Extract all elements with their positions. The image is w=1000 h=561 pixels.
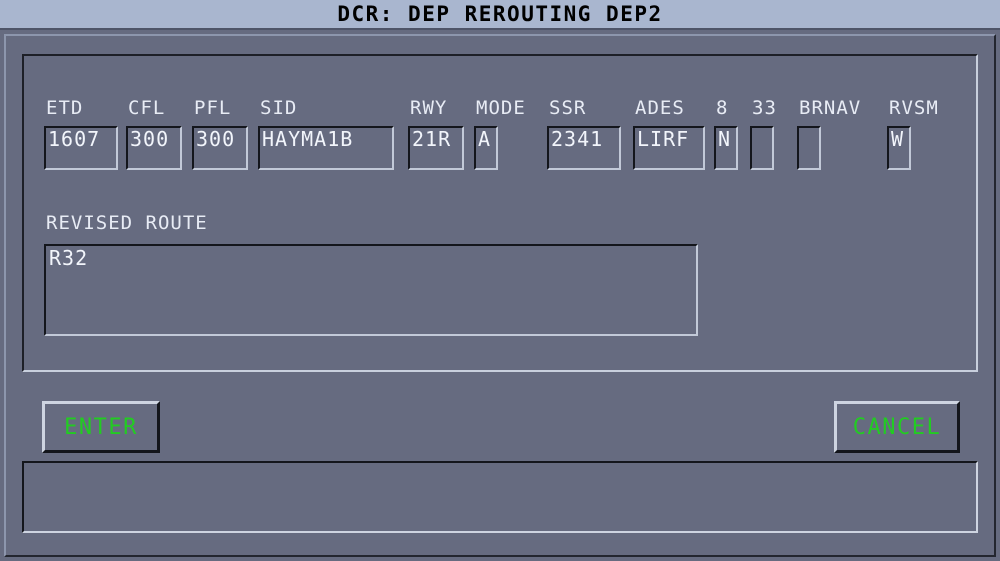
dcr-dialog-window: DCR: DEP REROUTING DEP2 ETD 1607 CFL 300 PFL… bbox=[0, 0, 1000, 561]
revised-route-label: REVISED ROUTE bbox=[46, 212, 208, 234]
enter-button-label: ENTER bbox=[64, 414, 138, 440]
cancel-button[interactable]: CANCEL bbox=[834, 401, 960, 453]
field-cell-sid: SID HAYMA1B bbox=[258, 96, 394, 170]
field-cell-field-8: 8N bbox=[714, 96, 738, 170]
message-panel bbox=[22, 461, 978, 533]
field-cell-etd: ETD 1607 bbox=[44, 96, 118, 170]
field-label-etd: ETD bbox=[46, 97, 84, 119]
field-label-ssr: SSR bbox=[549, 97, 587, 119]
field-input-ssr[interactable]: 2341 bbox=[547, 126, 621, 170]
field-value-sid: HAYMA1B bbox=[262, 127, 354, 151]
field-cell-brnav: BRNAV bbox=[797, 96, 861, 170]
field-label-field-33: 33 bbox=[752, 97, 777, 119]
field-cell-field-33: 33 bbox=[750, 96, 777, 170]
field-input-field-8[interactable]: N bbox=[714, 126, 738, 170]
field-value-brnav bbox=[799, 128, 819, 129]
field-input-rvsm[interactable]: W bbox=[887, 126, 911, 170]
field-value-mode: A bbox=[478, 127, 492, 151]
field-label-mode: MODE bbox=[476, 97, 526, 119]
enter-button[interactable]: ENTER bbox=[42, 401, 160, 453]
field-value-cfl: 300 bbox=[130, 127, 170, 151]
field-value-field-33 bbox=[752, 128, 772, 129]
field-cell-mode: MODE A bbox=[474, 96, 526, 170]
field-label-field-8: 8 bbox=[716, 97, 729, 119]
field-label-ades: ADES bbox=[635, 97, 685, 119]
window-title: DCR: DEP REROUTING DEP2 bbox=[337, 2, 663, 26]
field-label-rvsm: RVSM bbox=[889, 97, 939, 119]
field-cell-pfl: PFL 300 bbox=[192, 96, 248, 170]
field-value-rwy: 21R bbox=[412, 127, 452, 151]
field-input-rwy[interactable]: 21R bbox=[408, 126, 464, 170]
field-cell-rvsm: RVSM W bbox=[887, 96, 939, 170]
field-value-field-8: N bbox=[718, 127, 732, 151]
field-input-pfl[interactable]: 300 bbox=[192, 126, 248, 170]
field-label-cfl: CFL bbox=[128, 97, 166, 119]
field-input-cfl[interactable]: 300 bbox=[126, 126, 182, 170]
field-label-brnav: BRNAV bbox=[799, 97, 862, 119]
field-value-ssr: 2341 bbox=[551, 127, 604, 151]
field-cell-rwy: RWY 21R bbox=[408, 96, 464, 170]
field-input-mode[interactable]: A bbox=[474, 126, 498, 170]
field-label-rwy: RWY bbox=[410, 97, 448, 119]
field-input-ades[interactable]: LIRF bbox=[633, 126, 705, 170]
field-input-field-33[interactable] bbox=[750, 126, 774, 170]
field-value-etd: 1607 bbox=[48, 127, 101, 151]
message-panel-text bbox=[24, 463, 976, 467]
field-value-rvsm: W bbox=[891, 127, 905, 151]
field-cell-ades: ADES LIRF bbox=[633, 96, 705, 170]
field-cell-ssr: SSR 2341 bbox=[547, 96, 621, 170]
revised-route-value: R32 bbox=[49, 246, 89, 270]
field-input-etd[interactable]: 1607 bbox=[44, 126, 118, 170]
field-cell-cfl: CFL 300 bbox=[126, 96, 182, 170]
field-input-brnav[interactable] bbox=[797, 126, 821, 170]
field-value-pfl: 300 bbox=[196, 127, 236, 151]
revised-route-input[interactable]: R32 bbox=[44, 244, 698, 336]
field-label-pfl: PFL bbox=[194, 97, 232, 119]
cancel-button-label: CANCEL bbox=[852, 414, 942, 440]
field-value-ades: LIRF bbox=[637, 127, 690, 151]
field-input-sid[interactable]: HAYMA1B bbox=[258, 126, 394, 170]
titlebar: DCR: DEP REROUTING DEP2 bbox=[0, 0, 1000, 30]
field-label-sid: SID bbox=[260, 97, 298, 119]
